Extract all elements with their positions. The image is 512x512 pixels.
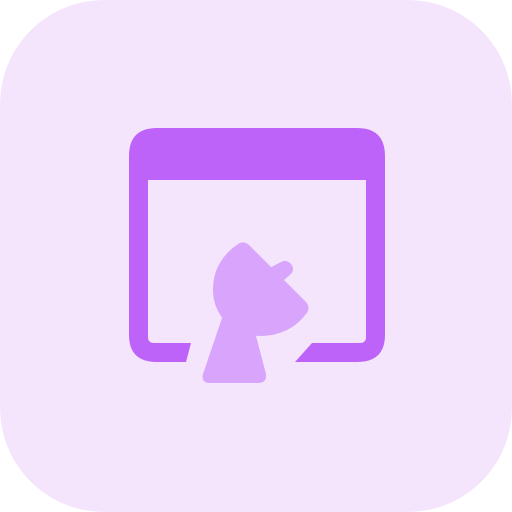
icon-graphic xyxy=(129,128,385,383)
satellite-dish-icon xyxy=(202,242,309,383)
browser-satellite-dish-icon xyxy=(0,0,512,512)
